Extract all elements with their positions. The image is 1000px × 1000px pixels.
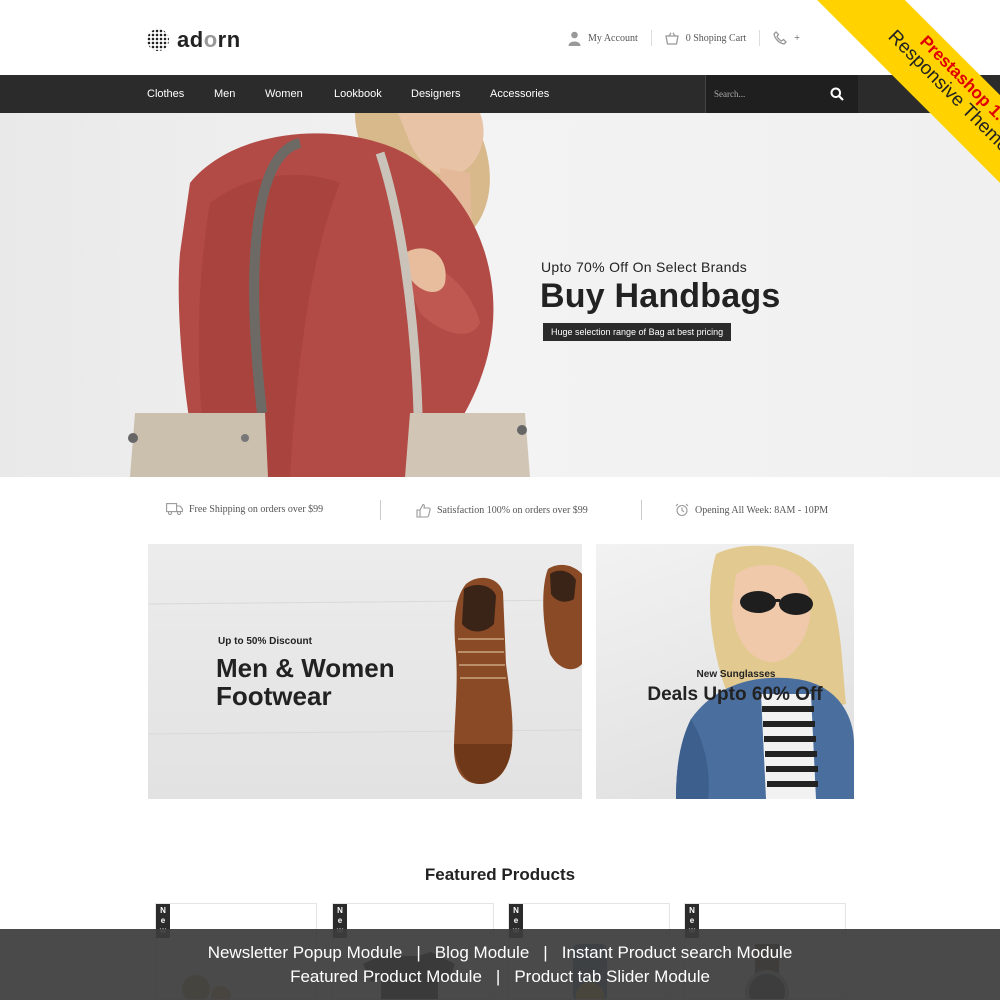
basket-icon [664,31,679,45]
module-label: Featured Product Module [290,967,482,986]
header-links: My Account 0 Shoping Cart + [568,30,800,46]
page: adorn My Account 0 Shoping Cart + Clothe… [0,0,1000,1000]
site-header: adorn My Account 0 Shoping Cart + [0,0,1000,75]
feature-divider [380,500,381,520]
nav-item-men[interactable]: Men [214,88,235,100]
feature-text: Opening All Week: 8AM - 10PM [695,504,829,516]
my-account-link[interactable]: My Account [568,31,638,46]
module-separator: | [416,943,421,962]
search-box [705,75,858,113]
logo-text: adorn [177,27,241,52]
search-input[interactable] [714,87,824,101]
features-strip: Free Shipping on orders over $99 Satisfa… [0,497,1000,527]
feature-text: Free Shipping on orders over $99 [189,503,324,515]
nav-item-women[interactable]: Women [265,88,303,100]
footwear-title: Men & Women Footwear [216,654,436,710]
nav-item-lookbook[interactable]: Lookbook [334,88,382,100]
footwear-discount-label: Up to 50% Discount [218,636,312,647]
featured-products-title: Featured Products [424,865,576,884]
module-label: Blog Module [434,943,530,962]
hero-subtitle: Upto 70% Off On Select Brands [541,259,748,275]
thumbs-up-icon [416,503,431,518]
nav-item-clothes[interactable]: Clothes [147,88,184,100]
logo[interactable]: adorn [147,27,241,53]
feature-divider [641,500,642,520]
feature-text: Satisfaction 100% on orders over $99 [437,505,588,516]
search-icon[interactable] [830,87,844,101]
footwear-banner[interactable]: Up to 50% Discount Men & Women Footwear [148,544,582,799]
nav-item-accessories[interactable]: Accessories [490,88,549,100]
header-divider [650,30,652,46]
my-account-label: My Account [588,32,638,44]
nav-item-designers[interactable]: Designers [411,88,461,100]
module-separator: | [543,943,548,962]
truck-icon [166,503,183,515]
module-label: Newsletter Popup Module [207,943,403,962]
feature-item: Free Shipping on orders over $99 [166,503,323,515]
logo-mark-icon [147,29,169,51]
modules-line-2: Featured Product Module | Product tab Slid… [0,967,1000,987]
module-label: Product tab Slider Module [514,967,710,986]
hero-slider[interactable]: Upto 70% Off On Select Brands Buy Handba… [0,113,1000,477]
phone-link[interactable]: + [773,31,800,45]
module-label: Instant Product search Module [561,943,793,962]
footwear-title-line-2: Footwear [216,681,332,711]
phone-label: + [794,32,800,44]
hero-badge: Huge selection range of Bag at best pric… [543,323,732,341]
sunglasses-title: Deals Upto 60% Off [647,684,823,705]
module-separator: | [495,967,501,986]
alarm-clock-icon [675,503,689,517]
hero-model-image [128,113,530,477]
feature-item: Opening All Week: 8AM - 10PM [675,503,828,517]
shopping-cart-label: 0 Shoping Cart [685,32,747,44]
hero-title: Buy Handbags [540,277,781,315]
shopping-cart-link[interactable]: 0 Shoping Cart [664,31,747,45]
sunglasses-banner[interactable]: New Sunglasses Deals Upto 60% Off [596,544,854,799]
feature-item: Satisfaction 100% on orders over $99 [416,503,588,518]
sunglasses-label: New Sunglasses [696,669,776,680]
header-divider [759,30,761,46]
modules-caption-bar: Newsletter Popup Module | Blog Module | Inst… [0,929,1000,1000]
footwear-title-line-1: Men & Women [216,653,395,683]
user-icon [568,31,581,46]
modules-line-1: Newsletter Popup Module | Blog Module | Inst… [0,943,1000,963]
phone-icon [773,31,788,45]
